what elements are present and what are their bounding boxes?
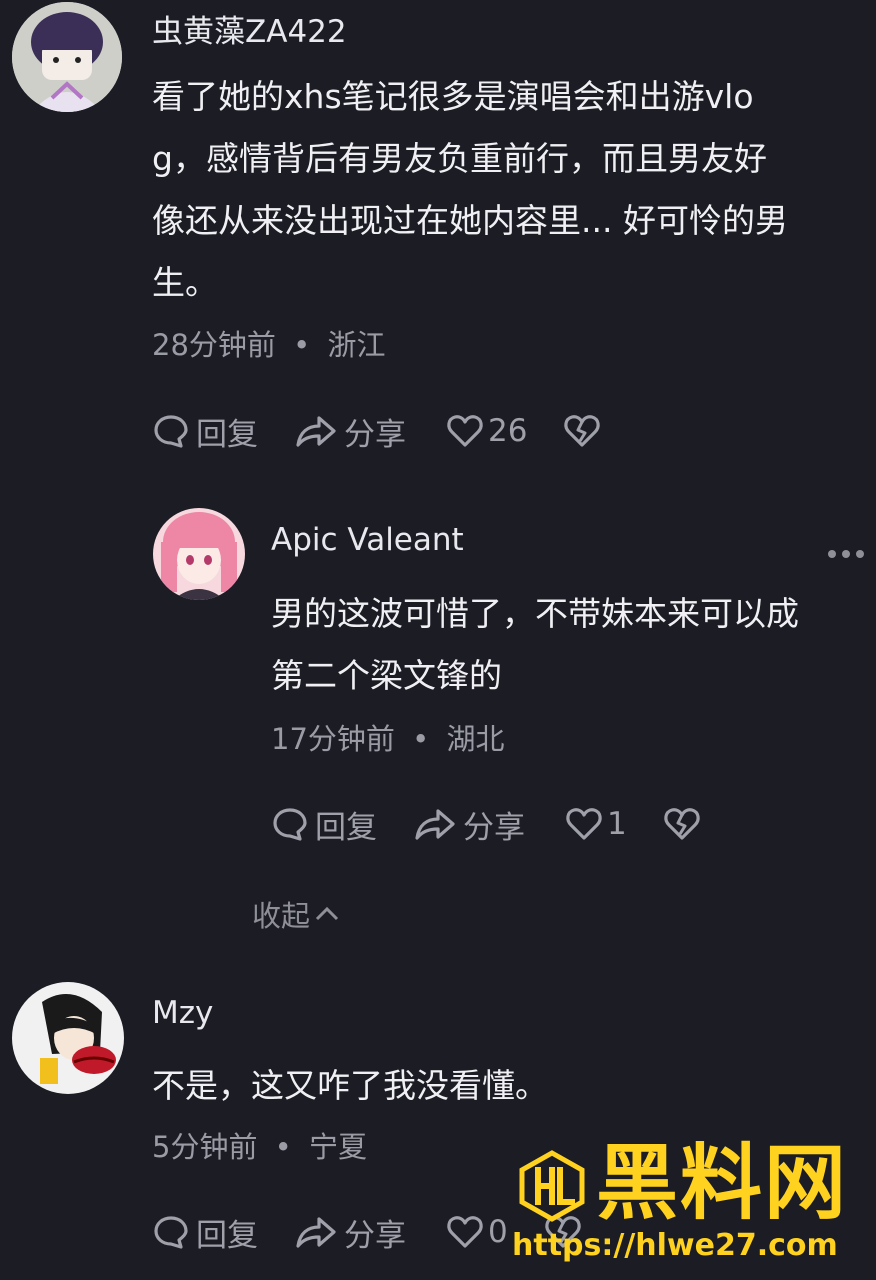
comment-username[interactable]: 虫黄藻ZA422: [152, 6, 347, 51]
like-button[interactable]: 0: [446, 1213, 508, 1251]
comment-text-line: 像还从来没出现过在她内容里... 好可怜的男: [152, 201, 788, 240]
like-count: 0: [488, 1214, 508, 1250]
share-label: 分享: [344, 1217, 406, 1254]
share-arrow-icon: [415, 809, 455, 840]
avatar[interactable]: [12, 982, 124, 1094]
comment-time: 28分钟前: [152, 328, 276, 362]
dislike-button[interactable]: [663, 805, 701, 843]
meta-separator: •: [412, 722, 430, 756]
avatar[interactable]: [153, 508, 245, 600]
comment-time: 5分钟前: [152, 1130, 258, 1164]
collapse-label: 收起: [252, 899, 311, 933]
more-options-button[interactable]: [828, 550, 864, 558]
share-arrow-icon: [296, 1217, 336, 1248]
comment-text: 不是，这又咋了我没看懂。: [152, 1055, 867, 1117]
reply-button[interactable]: 回复: [152, 409, 258, 454]
share-button[interactable]: 分享: [413, 802, 525, 847]
comment-text-line: 生。: [152, 263, 218, 302]
dislike-button[interactable]: [563, 412, 601, 450]
comment-actions: 回复 分享 1: [271, 800, 701, 848]
meta-separator: •: [293, 328, 311, 362]
comment-meta: 28分钟前 • 浙江: [152, 322, 385, 364]
avatar[interactable]: [12, 2, 122, 112]
like-count: 1: [607, 806, 627, 842]
avatar-image: [12, 2, 122, 112]
like-button[interactable]: 26: [446, 412, 527, 450]
share-button[interactable]: 分享: [294, 1210, 406, 1255]
watermark-url: https://hlwe27.com: [512, 1228, 838, 1263]
watermark-logo-icon: [516, 1150, 588, 1222]
comment-time: 17分钟前: [271, 722, 395, 756]
comment-text: 男的这波可惜了，不带妹本来可以成 第二个梁文锋的: [271, 583, 871, 707]
avatar-image: [153, 508, 245, 600]
reply-button[interactable]: 回复: [271, 802, 377, 847]
comment-bubble-icon: [154, 415, 188, 448]
heart-icon: [447, 415, 483, 447]
comment-location: 宁夏: [309, 1130, 368, 1164]
chevron-up-icon: [315, 906, 339, 921]
comment-bubble-icon: [273, 808, 307, 841]
meta-separator: •: [274, 1130, 292, 1164]
comment-username[interactable]: Mzy: [152, 995, 213, 1031]
more-dot-icon: [828, 550, 836, 558]
reply-button[interactable]: 回复: [152, 1210, 258, 1255]
comment-text-line: 不是，这又咋了我没看懂。: [152, 1066, 548, 1105]
broken-heart-icon: [564, 415, 601, 447]
comment-text-line: 男的这波可惜了，不带妹本来可以成: [271, 594, 799, 633]
like-button[interactable]: 1: [565, 805, 627, 843]
comment-text-line: g，感情背后有男友负重前行，而且男友好: [152, 139, 767, 178]
share-label: 分享: [344, 416, 406, 453]
comment-text-line: 看了她的xhs笔记很多是演唱会和出游vlo: [152, 77, 754, 116]
more-dot-icon: [842, 550, 850, 558]
reply-label: 回复: [315, 809, 377, 846]
watermark-brand: 黑料网: [596, 1136, 849, 1231]
comment-text: 看了她的xhs笔记很多是演唱会和出游vlo g，感情背后有男友负重前行，而且男友…: [152, 66, 867, 314]
like-count: 26: [488, 413, 528, 449]
comment-actions: 回复 分享 26: [152, 407, 601, 455]
share-label: 分享: [463, 809, 525, 846]
comment-location: 湖北: [446, 722, 505, 756]
reply-label: 回复: [196, 416, 258, 453]
heart-icon: [447, 1216, 483, 1248]
broken-heart-icon: [664, 808, 700, 840]
comment-meta: 17分钟前 • 湖北: [271, 716, 504, 758]
reply-label: 回复: [196, 1217, 258, 1254]
more-dot-icon: [856, 550, 864, 558]
comment-username[interactable]: Apic Valeant: [271, 522, 464, 558]
share-button[interactable]: 分享: [294, 409, 406, 454]
comment-text-line: 第二个梁文锋的: [271, 656, 502, 695]
comment-bubble-icon: [154, 1216, 188, 1249]
avatar-image: [12, 982, 124, 1094]
heart-icon: [566, 808, 602, 840]
share-arrow-icon: [296, 416, 336, 447]
comment-location: 浙江: [327, 328, 386, 362]
collapse-replies-button[interactable]: 收起: [252, 893, 342, 935]
comment-meta: 5分钟前 • 宁夏: [152, 1124, 367, 1166]
